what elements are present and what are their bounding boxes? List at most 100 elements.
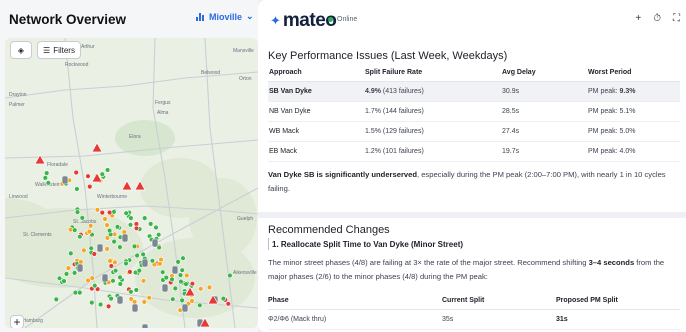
signal-marker[interactable] (79, 215, 86, 221)
signal-marker[interactable] (148, 221, 154, 227)
controller-marker[interactable] (141, 323, 149, 328)
signal-marker[interactable] (140, 278, 147, 284)
signal-marker[interactable] (65, 265, 72, 271)
signal-marker[interactable] (131, 243, 138, 250)
signal-marker[interactable] (77, 234, 83, 240)
signal-marker[interactable] (153, 224, 159, 231)
signal-marker[interactable] (111, 238, 117, 245)
signal-marker[interactable] (142, 215, 148, 221)
signal-marker[interactable] (42, 175, 48, 181)
signal-marker[interactable] (141, 299, 148, 305)
signal-marker[interactable] (114, 224, 121, 230)
expand-icon[interactable]: ⛶ (673, 13, 680, 24)
filters-button[interactable]: ☰ Filters (37, 41, 81, 59)
signal-marker[interactable] (123, 210, 129, 216)
signal-marker[interactable] (133, 287, 140, 293)
signal-marker[interactable] (134, 252, 140, 259)
signal-marker[interactable] (71, 227, 78, 233)
signal-marker[interactable] (128, 289, 134, 295)
signal-marker[interactable] (104, 246, 110, 252)
signal-marker[interactable] (163, 274, 170, 281)
alert-marker[interactable] (34, 154, 46, 165)
signal-marker[interactable] (92, 283, 98, 289)
signal-marker[interactable] (189, 298, 195, 304)
signal-marker[interactable] (112, 268, 119, 274)
signal-marker[interactable] (104, 235, 111, 241)
signal-marker[interactable] (133, 225, 140, 232)
signal-marker[interactable] (183, 281, 189, 287)
signal-marker[interactable] (117, 244, 123, 250)
signal-marker[interactable] (128, 215, 134, 221)
zoom-in-button[interactable]: + (10, 315, 24, 328)
signal-marker[interactable] (45, 180, 51, 186)
signal-marker[interactable] (63, 271, 70, 277)
signal-marker[interactable] (160, 269, 166, 275)
signal-marker[interactable] (94, 207, 101, 213)
signal-marker[interactable] (61, 278, 67, 284)
signal-marker[interactable] (106, 227, 113, 234)
signal-marker[interactable] (86, 228, 93, 235)
signal-marker[interactable] (104, 167, 111, 173)
signal-marker[interactable] (87, 183, 93, 190)
controller-marker[interactable] (61, 175, 69, 185)
signal-marker[interactable] (89, 275, 95, 281)
signal-marker[interactable] (220, 295, 227, 302)
signal-marker[interactable] (197, 302, 203, 308)
signal-marker[interactable] (198, 286, 204, 292)
signal-marker[interactable] (117, 274, 123, 281)
signal-marker[interactable] (87, 223, 94, 229)
signal-marker[interactable] (227, 272, 233, 279)
signal-marker[interactable] (108, 295, 114, 302)
signal-marker[interactable] (43, 170, 50, 176)
signal-marker[interactable] (106, 209, 113, 216)
signal-marker[interactable] (99, 209, 106, 216)
signal-marker[interactable] (104, 222, 110, 228)
signal-marker[interactable] (68, 250, 74, 257)
signal-marker[interactable] (157, 261, 163, 267)
signal-marker[interactable] (169, 276, 175, 283)
layers-button[interactable]: ◈ (10, 41, 32, 59)
signal-marker[interactable] (72, 289, 79, 296)
controller-marker[interactable] (121, 233, 129, 243)
controller-marker[interactable] (161, 283, 169, 293)
controller-marker[interactable] (151, 238, 159, 248)
signal-marker[interactable] (97, 301, 104, 308)
signal-marker[interactable] (53, 296, 59, 303)
signal-marker[interactable] (136, 267, 143, 274)
signal-marker[interactable] (81, 247, 87, 254)
signal-marker[interactable] (180, 255, 186, 261)
signal-marker[interactable] (99, 171, 106, 177)
alert-marker[interactable] (91, 142, 103, 153)
signal-marker[interactable] (184, 272, 190, 279)
map-canvas[interactable]: Arthur Mansville Belwood Orton Rockwood Drayt… (5, 38, 258, 328)
controller-marker[interactable] (76, 263, 84, 273)
alert-marker[interactable] (121, 180, 133, 191)
signal-marker[interactable] (146, 295, 152, 301)
signal-marker[interactable] (102, 216, 108, 222)
signal-marker[interactable] (77, 289, 83, 296)
history-icon[interactable]: ⏱ (653, 13, 661, 24)
controller-marker[interactable] (116, 295, 124, 305)
signal-marker[interactable] (178, 278, 184, 285)
controller-marker[interactable] (101, 273, 109, 283)
signal-marker[interactable] (189, 281, 196, 287)
signal-marker[interactable] (71, 270, 78, 276)
signal-marker[interactable] (108, 263, 115, 269)
signal-marker[interactable] (175, 259, 181, 265)
controller-marker[interactable] (141, 258, 149, 268)
add-icon[interactable]: + (635, 13, 641, 24)
signal-marker[interactable] (127, 222, 134, 228)
city-select[interactable]: Mioville ⌄ (196, 11, 254, 22)
signal-marker[interactable] (112, 259, 118, 266)
signal-marker[interactable] (179, 267, 185, 273)
signal-marker[interactable] (107, 258, 113, 264)
signal-marker[interactable] (127, 269, 133, 275)
signal-marker[interactable] (123, 260, 129, 267)
controller-marker[interactable] (171, 265, 179, 275)
signal-marker[interactable] (117, 281, 124, 287)
signal-marker[interactable] (111, 209, 117, 215)
signal-marker[interactable] (172, 285, 179, 292)
signal-marker[interactable] (206, 284, 213, 291)
signal-marker[interactable] (177, 272, 184, 278)
signal-marker[interactable] (78, 259, 84, 265)
